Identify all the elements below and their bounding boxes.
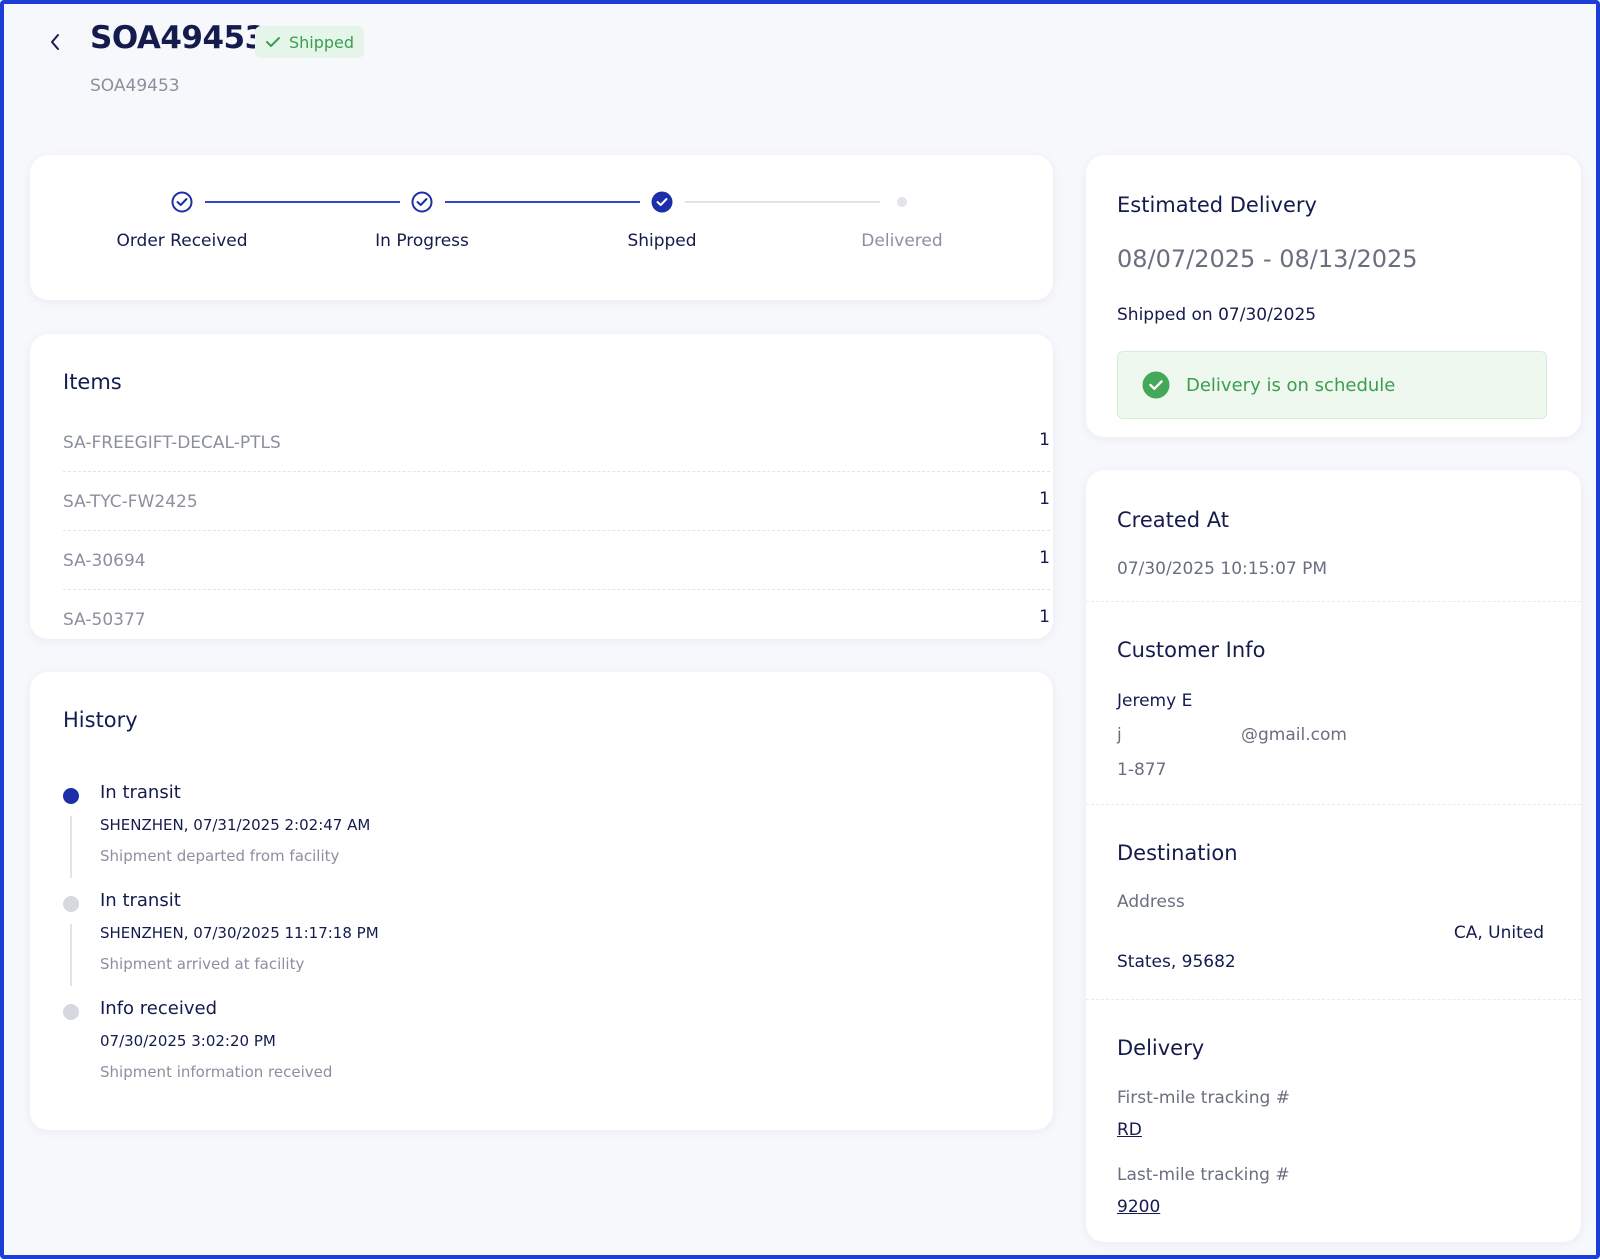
chevron-left-icon [51, 34, 59, 50]
progress-step-in-progress: In Progress [322, 191, 522, 251]
status-badge-label: Shipped [289, 32, 355, 52]
customer-info-heading: Customer Info [1117, 638, 1266, 662]
page-title: SOA49453 [90, 20, 266, 56]
history-entry-description: Shipment arrived at facility [100, 955, 305, 973]
destination-section: Destination Address CA, United States, 9… [1086, 805, 1581, 1000]
address-line-1: CA, United [1453, 923, 1544, 943]
estimated-delivery-card: Estimated Delivery 08/07/2025 - 08/13/20… [1086, 155, 1581, 437]
customer-email-start: j [1117, 725, 1122, 745]
history-card: History In transit SHENZHEN, 07/31/2025 … [30, 672, 1053, 1130]
item-row: SA-FREEGIFT-DECAL-PTLS 1 [63, 414, 1050, 472]
page-subtitle: SOA49453 [90, 76, 180, 96]
history-connector [70, 816, 72, 878]
history-entry-location-time: 07/30/2025 3:02:20 PM [100, 1032, 276, 1050]
created-at-section: Created At 07/30/2025 10:15:07 PM [1086, 470, 1581, 602]
check-circle-filled-icon [651, 191, 673, 213]
estimated-delivery-range: 08/07/2025 - 08/13/2025 [1117, 245, 1418, 273]
estimated-delivery-heading: Estimated Delivery [1117, 193, 1317, 217]
progress-step-shipped: Shipped [562, 191, 762, 251]
first-mile-tracking-link[interactable]: RD [1117, 1120, 1142, 1140]
history-dot-icon [63, 1004, 79, 1020]
delivery-heading: Delivery [1117, 1036, 1205, 1060]
item-quantity: 1 [1039, 547, 1050, 568]
progress-step-order-received: Order Received [82, 191, 282, 251]
item-sku: SA-50377 [63, 609, 146, 630]
customer-name: Jeremy E [1117, 691, 1193, 711]
address-label: Address [1117, 892, 1185, 912]
progress-step-label: In Progress [375, 231, 469, 251]
progress-step-label: Shipped [627, 231, 697, 251]
check-icon [266, 37, 280, 47]
order-progress-card: Order Received In Progress Shipped Deliv… [30, 155, 1053, 300]
item-sku: SA-30694 [63, 550, 146, 571]
item-row: SA-30694 1 [63, 532, 1050, 590]
item-quantity: 1 [1039, 488, 1050, 509]
item-row: SA-TYC-FW2425 1 [63, 473, 1050, 531]
customer-info-section: Customer Info Jeremy E j @gmail.com 1-87… [1086, 602, 1581, 805]
items-heading: Items [63, 370, 122, 394]
item-quantity: 1 [1039, 606, 1050, 627]
history-dot-active-icon [63, 788, 79, 804]
item-sku: SA-TYC-FW2425 [63, 491, 198, 512]
history-entry-title: Info received [100, 998, 217, 1019]
history-entry-description: Shipment information received [100, 1063, 333, 1081]
last-mile-label: Last-mile tracking # [1117, 1165, 1290, 1185]
check-circle-filled-icon [1142, 371, 1170, 399]
last-mile-tracking-link[interactable]: 9200 [1117, 1197, 1160, 1217]
progress-step-label: Order Received [116, 231, 248, 251]
delivery-schedule-banner: Delivery is on schedule [1117, 351, 1547, 419]
shipped-on-date: Shipped on 07/30/2025 [1117, 305, 1317, 325]
check-circle-outline-icon [171, 191, 193, 213]
order-info-card: Created At 07/30/2025 10:15:07 PM Custom… [1086, 470, 1581, 1242]
history-entry-description: Shipment departed from facility [100, 847, 340, 865]
first-mile-label: First-mile tracking # [1117, 1088, 1290, 1108]
status-badge: Shipped [255, 26, 365, 58]
customer-phone: 1-877 [1117, 760, 1167, 780]
history-dot-icon [63, 896, 79, 912]
history-heading: History [63, 708, 138, 732]
item-sku: SA-FREEGIFT-DECAL-PTLS [63, 432, 281, 453]
progress-step-label: Delivered [861, 231, 943, 251]
history-entry-location-time: SHENZHEN, 07/31/2025 2:02:47 AM [100, 816, 371, 834]
created-at-value: 07/30/2025 10:15:07 PM [1117, 559, 1328, 579]
items-card: Items SA-FREEGIFT-DECAL-PTLS 1 SA-TYC-FW… [30, 334, 1053, 639]
history-entry-title: In transit [100, 890, 181, 911]
address-line-2: States, 95682 [1117, 952, 1236, 972]
item-quantity: 1 [1039, 429, 1050, 450]
progress-step-delivered: Delivered [802, 191, 1002, 251]
destination-heading: Destination [1117, 841, 1238, 865]
check-circle-outline-icon [411, 191, 433, 213]
pending-dot-icon [897, 197, 907, 207]
history-connector [70, 924, 72, 986]
item-row: SA-50377 1 [63, 591, 1050, 639]
back-button[interactable] [42, 28, 68, 56]
delivery-section: Delivery First-mile tracking # RD Last-m… [1086, 1000, 1581, 1242]
history-entry-location-time: SHENZHEN, 07/30/2025 11:17:18 PM [100, 924, 379, 942]
created-at-heading: Created At [1117, 508, 1230, 532]
customer-email-domain: @gmail.com [1241, 725, 1347, 745]
delivery-schedule-text: Delivery is on schedule [1186, 374, 1396, 396]
history-entry-title: In transit [100, 782, 181, 803]
